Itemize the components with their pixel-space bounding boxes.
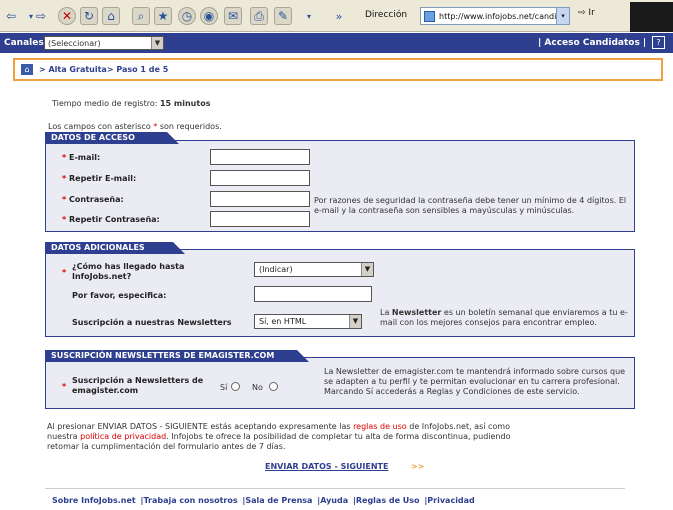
site-header: Canales: (Seleccionar) ▼ | Acceso Candid… bbox=[0, 33, 673, 53]
history-icon[interactable]: ◷ bbox=[178, 7, 196, 25]
edit-icon[interactable]: ✎ bbox=[274, 7, 292, 25]
emagister-title: SUSCRIPCIÓN NEWSLETTERS DE EMAGISTER.COM bbox=[45, 350, 309, 362]
password-label: * Contraseña: bbox=[62, 195, 124, 204]
repetir-password-label: * Repetir Contraseña: bbox=[62, 215, 160, 224]
datos-acceso-section: DATOS DE ACCESO * E-mail: * Repetir E-ma… bbox=[45, 132, 635, 232]
repetir-email-field[interactable] bbox=[210, 170, 310, 186]
repetir-email-label: * Repetir E-mail: bbox=[62, 174, 137, 183]
canales-label: Canales: bbox=[4, 38, 48, 48]
required-star: * bbox=[62, 268, 67, 277]
page-icon bbox=[424, 11, 435, 22]
breadcrumb: ⌂ > Alta Gratuita> Paso 1 de 5 bbox=[13, 58, 663, 81]
si-label: Sí bbox=[220, 383, 228, 392]
address-bar[interactable]: http://www.infojobs.net/candidat bbox=[420, 7, 570, 25]
media-icon[interactable]: ◉ bbox=[200, 7, 218, 25]
chevron-down-icon: ▼ bbox=[151, 37, 163, 49]
si-radio[interactable] bbox=[231, 382, 240, 391]
no-radio[interactable] bbox=[269, 382, 278, 391]
address-dropdown-icon[interactable]: ▾ bbox=[556, 8, 569, 24]
more-toolbar-button[interactable]: » bbox=[330, 7, 348, 25]
especifica-label: Por favor, especifica: bbox=[72, 291, 167, 300]
emagister-note: La Newsletter de emagister.com te manten… bbox=[324, 367, 626, 396]
required-star: * bbox=[153, 122, 158, 131]
help-button[interactable]: ? bbox=[652, 36, 665, 49]
favorites-icon[interactable]: ★ bbox=[154, 7, 172, 25]
chevron-down-icon: ▼ bbox=[361, 263, 373, 276]
especifica-field[interactable] bbox=[254, 286, 372, 302]
como-select[interactable]: (Indicar) ▼ bbox=[254, 262, 374, 277]
mail-icon[interactable]: ✉ bbox=[224, 7, 242, 25]
go-label: Ir bbox=[588, 8, 595, 18]
canales-select[interactable]: (Seleccionar) ▼ bbox=[44, 36, 164, 50]
required-post: son requeridos. bbox=[159, 122, 222, 131]
footer-divider bbox=[45, 488, 625, 489]
security-note: Por razones de seguridad la contraseña d… bbox=[314, 196, 627, 215]
legal-line-3: retomar la cumplimentación del formulari… bbox=[47, 442, 286, 451]
tiempo-label: Tiempo medio de registro: bbox=[52, 99, 158, 108]
breadcrumb-text: > Alta Gratuita> Paso 1 de 5 bbox=[39, 65, 169, 74]
required-star: * bbox=[62, 382, 67, 391]
required-note: Los campos con asterisco * son requerido… bbox=[48, 122, 222, 131]
datos-adicionales-section: DATOS ADICIONALES * ¿Cómo has llegado ha… bbox=[45, 242, 635, 337]
footer-link[interactable]: Sobre InfoJobs.net bbox=[52, 496, 136, 505]
datos-adicionales-title: DATOS ADICIONALES bbox=[45, 242, 185, 254]
legal-text: Al presionar ENVIAR DATOS - SIGUIENTE es… bbox=[47, 422, 637, 452]
search-icon[interactable]: ⌕ bbox=[132, 7, 150, 25]
address-url: http://www.infojobs.net/candidat bbox=[439, 11, 570, 21]
como-label: ¿Cómo has llegado hasta InfoJobs.net? bbox=[72, 262, 185, 281]
como-value: (Indicar) bbox=[259, 265, 293, 274]
politica-link[interactable]: política de privacidad bbox=[80, 432, 166, 441]
tiempo-value: 15 minutos bbox=[159, 99, 211, 108]
datos-acceso-title: DATOS DE ACCESO bbox=[45, 132, 179, 144]
print-icon[interactable]: ⎙ bbox=[250, 7, 268, 25]
address-label: Dirección bbox=[365, 10, 408, 20]
legal-line-1: Al presionar ENVIAR DATOS - SIGUIENTE es… bbox=[47, 422, 510, 431]
footer-link[interactable]: |Ayuda bbox=[317, 496, 348, 505]
legal-line-2: nuestra política de privacidad. Infojobs… bbox=[47, 432, 511, 441]
footer-link[interactable]: |Privacidad bbox=[424, 496, 474, 505]
emagister-section: SUSCRIPCIÓN NEWSLETTERS DE EMAGISTER.COM… bbox=[45, 350, 635, 409]
no-label: No bbox=[252, 383, 263, 392]
chevron-down-icon: ▼ bbox=[349, 315, 361, 328]
required-pre: Los campos con asterisco bbox=[48, 122, 151, 131]
newsletter-note: La Newsletter es un boletín semanal que … bbox=[380, 308, 628, 327]
repetir-password-field[interactable] bbox=[210, 211, 310, 227]
footer-links: Sobre InfoJobs.net |Trabaja con nosotros… bbox=[52, 496, 477, 505]
acceso-candidatos-link[interactable]: | Acceso Candidatos | bbox=[538, 38, 646, 48]
canales-value: (Seleccionar) bbox=[48, 39, 101, 48]
email-label: * E-mail: bbox=[62, 153, 101, 162]
browser-toolbar: ⇦ ▾ ⇨ ✕ ↻ ⌂ ⌕ ★ ◷ ◉ ✉ ⎙ ✎ ▾ » Dirección … bbox=[0, 0, 673, 32]
password-field[interactable] bbox=[210, 191, 310, 207]
tiempo-registro: Tiempo medio de registro: 15 minutos bbox=[52, 99, 210, 108]
footer-link[interactable]: |Trabaja con nosotros bbox=[141, 496, 238, 505]
footer-link[interactable]: |Reglas de Uso bbox=[353, 496, 420, 505]
newsletter-value: Sí, en HTML bbox=[259, 317, 307, 326]
home-icon[interactable]: ⌂ bbox=[21, 64, 33, 75]
refresh-icon[interactable]: ↻ bbox=[80, 7, 98, 25]
footer-link[interactable]: |Sala de Prensa bbox=[242, 496, 312, 505]
stop-icon[interactable]: ✕ bbox=[58, 7, 76, 25]
forward-icon[interactable]: ⇨ bbox=[32, 7, 50, 25]
submit-arrows-icon: >> bbox=[411, 462, 425, 471]
windows-logo bbox=[630, 2, 673, 32]
enviar-datos-button[interactable]: ENVIAR DATOS - SIGUIENTE bbox=[265, 462, 388, 471]
newsletter-select[interactable]: Sí, en HTML ▼ bbox=[254, 314, 362, 329]
back-icon[interactable]: ⇦ bbox=[2, 7, 20, 25]
go-arrow-icon: ⇨ bbox=[578, 8, 586, 18]
go-button[interactable]: ⇨ Ir bbox=[578, 8, 595, 18]
reglas-link[interactable]: reglas de uso bbox=[353, 422, 407, 431]
home-icon[interactable]: ⌂ bbox=[102, 7, 120, 25]
newsletter-label: Suscripción a nuestras Newsletters bbox=[72, 318, 232, 327]
email-field[interactable] bbox=[210, 149, 310, 165]
emagister-label: Suscripción a Newsletters de emagister.c… bbox=[72, 376, 204, 395]
dropdown-icon[interactable]: ▾ bbox=[300, 7, 318, 25]
